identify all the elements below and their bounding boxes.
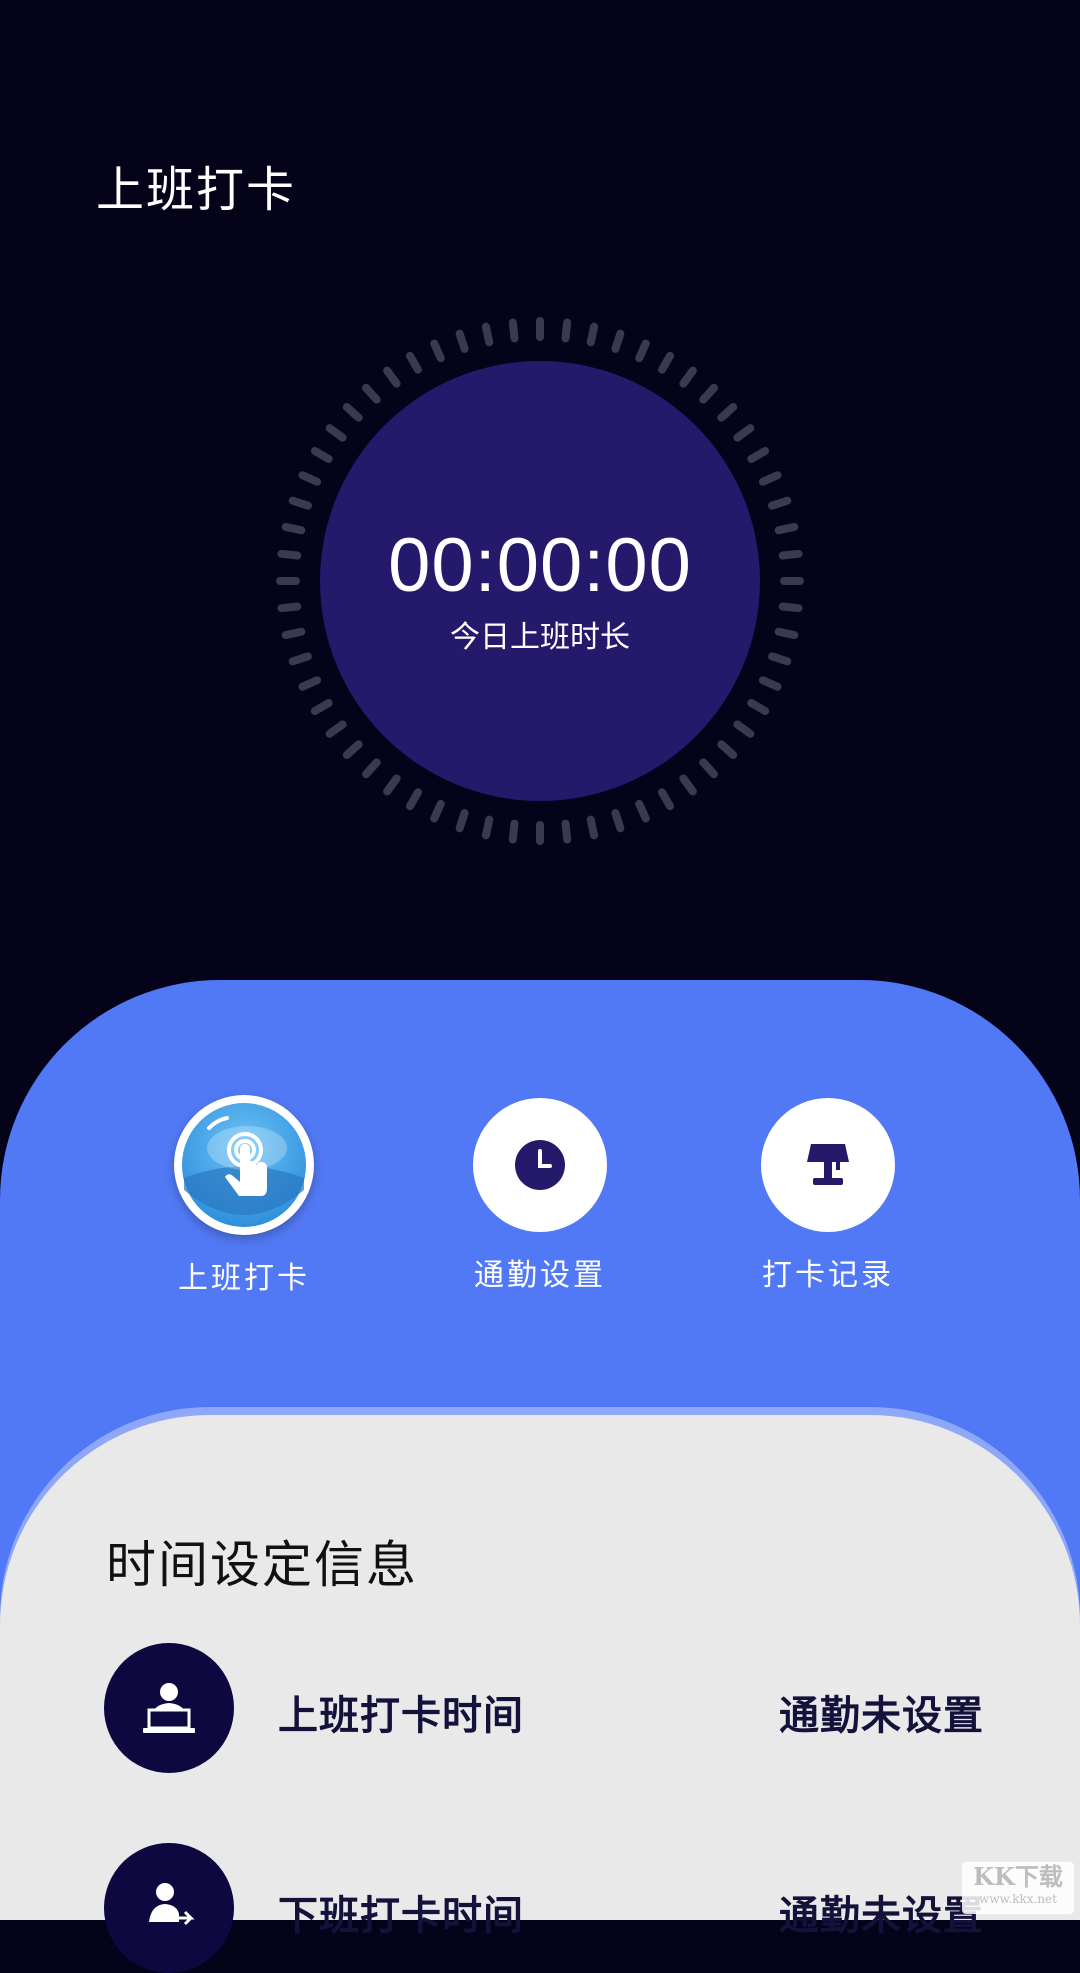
tick-mark: [733, 720, 755, 738]
tick-mark: [635, 339, 650, 363]
tick-mark: [679, 366, 697, 388]
worker-leave-icon: [149, 1883, 195, 1926]
tick-mark: [717, 403, 738, 422]
tick-mark: [362, 758, 381, 779]
tick-mark: [747, 699, 770, 715]
tick-mark: [481, 815, 494, 840]
tick-mark: [611, 329, 625, 353]
watermark-text: KK下载: [973, 1862, 1063, 1891]
row-icon: [104, 1643, 234, 1773]
tick-mark: [325, 424, 347, 442]
action-check-in[interactable]: 上班打卡: [124, 1095, 364, 1297]
tick-mark: [586, 815, 599, 840]
action-label: 通勤设置: [474, 1258, 606, 1293]
tick-mark: [768, 652, 792, 666]
tick-mark: [406, 788, 422, 811]
info-row-check-out-time[interactable]: 下班打卡时间 通勤未设置: [104, 1843, 984, 1973]
tick-mark: [758, 676, 782, 691]
tap-hand-icon: [182, 1103, 306, 1227]
tick-mark: [699, 758, 718, 779]
tick-mark: [325, 720, 347, 738]
info-title: 时间设定信息: [106, 1536, 418, 1594]
tick-mark: [561, 819, 572, 844]
tick-mark: [679, 774, 697, 796]
row-label: 下班打卡时间: [278, 1893, 524, 1939]
tick-mark: [310, 447, 333, 463]
check-in-button[interactable]: [174, 1095, 314, 1235]
watermark-url: www.kkx.net: [979, 1892, 1057, 1906]
tick-mark: [758, 471, 782, 486]
row-label: 上班打卡时间: [278, 1693, 524, 1739]
tick-mark: [747, 447, 770, 463]
tick-mark: [383, 366, 401, 388]
worker-laptop-icon: [143, 1683, 195, 1733]
tick-mark: [658, 351, 674, 374]
tick-mark: [717, 740, 738, 759]
timer-value: 00:00:00: [388, 523, 692, 608]
row-icon: [104, 1843, 234, 1973]
tick-mark: [362, 383, 381, 404]
tick-mark: [561, 318, 572, 343]
tick-mark: [342, 403, 363, 422]
tick-mark: [611, 809, 625, 833]
tick-mark: [586, 322, 599, 347]
tick-mark: [768, 496, 792, 510]
tick-mark: [430, 339, 445, 363]
tick-mark: [298, 471, 322, 486]
action-commute-settings[interactable]: 通勤设置: [420, 1098, 660, 1294]
commute-settings-button[interactable]: [473, 1098, 607, 1232]
tick-mark: [635, 799, 650, 823]
tick-mark: [310, 699, 333, 715]
row-value: 通勤未设置: [779, 1893, 984, 1939]
tick-mark: [298, 676, 322, 691]
info-row-check-in-time[interactable]: 上班打卡时间 通勤未设置: [104, 1643, 984, 1773]
punch-records-button[interactable]: [761, 1098, 895, 1232]
tick-mark: [508, 819, 519, 844]
action-punch-records[interactable]: 打卡记录: [708, 1098, 948, 1294]
tick-mark: [288, 652, 312, 666]
timer-label: 今日上班时长: [450, 620, 630, 655]
tick-mark: [342, 740, 363, 759]
lamp-icon: [807, 1144, 849, 1185]
row-value: 通勤未设置: [779, 1693, 984, 1739]
tick-mark: [288, 496, 312, 510]
clock-icon: [515, 1140, 565, 1190]
tick-mark: [658, 788, 674, 811]
tick-mark: [455, 329, 469, 353]
action-label: 上班打卡: [178, 1261, 310, 1296]
watermark-logo: KK下载 www.kkx.net: [962, 1862, 1074, 1914]
tick-mark: [508, 318, 519, 343]
tick-mark: [733, 424, 755, 442]
tick-mark: [699, 383, 718, 404]
timer-dial: 00:00:00 今日上班时长: [276, 317, 804, 845]
tick-mark: [481, 322, 494, 347]
tick-mark: [430, 799, 445, 823]
tick-mark: [383, 774, 401, 796]
tick-mark: [455, 809, 469, 833]
action-label: 打卡记录: [762, 1258, 894, 1293]
page-title: 上班打卡: [96, 162, 297, 218]
tick-mark: [406, 351, 422, 374]
